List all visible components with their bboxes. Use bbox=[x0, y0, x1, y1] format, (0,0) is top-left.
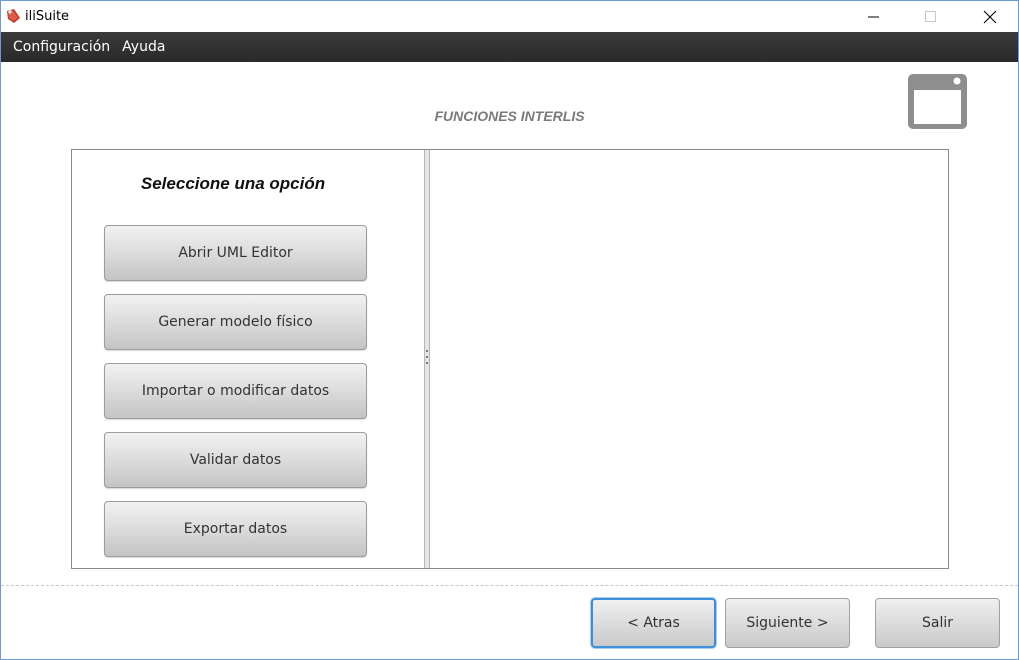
menu-configuracion[interactable]: Configuración bbox=[7, 39, 116, 55]
options-title: Seleccione una opción bbox=[140, 174, 326, 193]
split-pane: Seleccione una opción Abrir UML Editor G… bbox=[71, 149, 949, 569]
generate-physical-model-button[interactable]: Generar modelo físico bbox=[104, 294, 367, 350]
maximize-icon bbox=[925, 10, 936, 22]
export-data-button[interactable]: Exportar datos bbox=[104, 501, 367, 557]
options-panel: Seleccione una opción Abrir UML Editor G… bbox=[72, 150, 424, 568]
menu-ayuda[interactable]: Ayuda bbox=[116, 39, 171, 55]
app-window: iliSuite Configuración Ayuda FUNCIONES I… bbox=[0, 0, 1019, 660]
minimize-button[interactable] bbox=[851, 1, 897, 32]
footer-separator bbox=[1, 585, 1018, 586]
title-bar: iliSuite bbox=[1, 1, 1018, 32]
close-button[interactable] bbox=[967, 1, 1013, 32]
menu-bar: Configuración Ayuda bbox=[1, 32, 1018, 62]
validate-data-button[interactable]: Validar datos bbox=[104, 432, 367, 488]
import-modify-data-button[interactable]: Importar o modificar datos bbox=[104, 363, 367, 419]
back-button[interactable]: < Atras bbox=[591, 598, 716, 648]
window-icon[interactable] bbox=[906, 72, 969, 131]
maximize-button[interactable] bbox=[908, 1, 954, 32]
ilisuite-logo-icon bbox=[7, 9, 20, 23]
close-icon bbox=[983, 10, 997, 23]
window-title: iliSuite bbox=[25, 9, 70, 24]
content-panel bbox=[430, 150, 948, 568]
exit-button[interactable]: Salir bbox=[875, 598, 1000, 648]
page-title: FUNCIONES INTERLIS bbox=[434, 108, 585, 124]
minimize-icon bbox=[868, 16, 879, 17]
open-uml-editor-button[interactable]: Abrir UML Editor bbox=[104, 225, 367, 281]
next-button[interactable]: Siguiente > bbox=[725, 598, 850, 648]
divider-grip-icon bbox=[426, 350, 428, 364]
